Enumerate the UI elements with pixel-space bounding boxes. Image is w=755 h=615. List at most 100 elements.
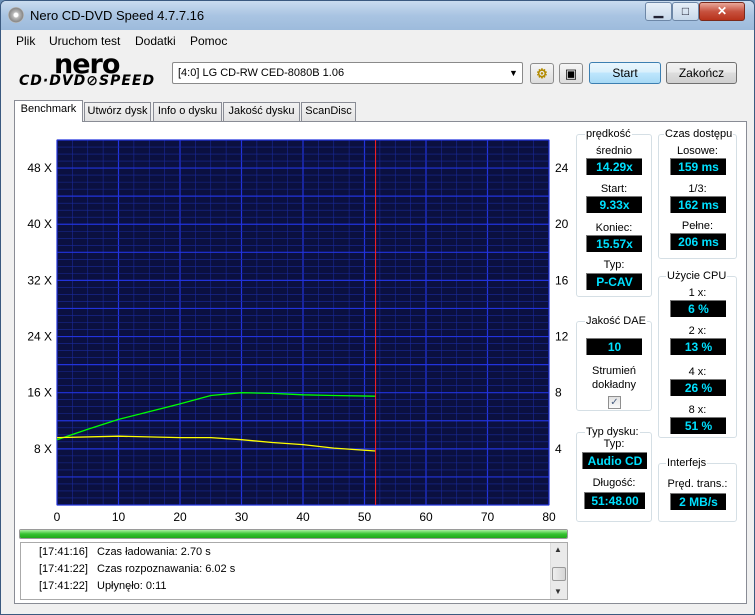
log-text: Upłynęło: 0:11 [97, 580, 167, 592]
cpu-usage-group: Użycie CPU 1 x: 6 % 2 x: 13 % 4 x: 26 % … [658, 270, 737, 438]
close-button[interactable]: ✕ [699, 2, 745, 21]
eject-icon: ⚙ [536, 66, 548, 81]
window-title: Nero CD-DVD Speed 4.7.7.16 [30, 8, 205, 23]
disc-type-value: Audio CD [582, 452, 647, 469]
cpu-2x-label: 2 x: [688, 325, 707, 337]
drive-select-value: [4:0] LG CD-RW CED-8080B 1.06 [178, 67, 345, 79]
y-right-tick-label: 4 [555, 442, 562, 456]
drive-select[interactable]: [4:0] LG CD-RW CED-8080B 1.06 ▼ [172, 62, 523, 84]
logo-cd-dvd-speed: CD·DVD⊘SPEED [19, 73, 156, 89]
cpu-8x-value: 51 % [670, 417, 726, 434]
cpu-1x-value: 6 % [670, 300, 726, 317]
x-tick-label: 10 [112, 510, 126, 524]
avg-speed-label: średnio [595, 145, 633, 157]
x-tick-label: 20 [173, 510, 187, 524]
log-entry: [17:41:16] Czas ładowania: 2.70 s [39, 546, 211, 558]
disc-length-value: 51:48.00 [584, 492, 645, 509]
nero-logo: nero CD·DVD⊘SPEED [19, 49, 169, 95]
save-button[interactable]: ▣ [559, 63, 583, 84]
maximize-button[interactable]: □ [672, 2, 699, 21]
tab-jakosc-dysku[interactable]: Jakość dysku [223, 102, 300, 121]
title-bar: Nero CD-DVD Speed 4.7.7.16 ▁ □ ✕ [1, 1, 754, 30]
x-tick-label: 70 [481, 510, 495, 524]
disc-length-label: Długość: [592, 477, 636, 489]
log-text: Czas ładowania: 2.70 s [97, 546, 211, 558]
menu-dodatki[interactable]: Dodatki [135, 34, 176, 48]
speed-type-label: Typ: [603, 259, 625, 271]
chevron-down-icon: ▼ [509, 68, 518, 78]
y-right-tick-label: 12 [555, 330, 569, 344]
log-entry: [17:41:22] Upłynęło: 0:11 [39, 580, 167, 592]
disc-type-label: Typ: [603, 438, 625, 450]
benchmark-chart: 0 10 20 30 40 50 60 70 80 8 X 16 X 24 X 32 X 40 X 48 X… [27, 139, 569, 524]
access-time-title: Czas dostępu [664, 128, 734, 140]
menu-plik[interactable]: Plik [16, 34, 35, 48]
start-speed-label: Start: [600, 183, 628, 195]
cpu-4x-value: 26 % [670, 379, 726, 396]
eject-button[interactable]: ⚙ [530, 63, 554, 84]
x-tick-label: 60 [419, 510, 433, 524]
interface-group: Interfejs Pręd. trans.: 2 MB/s [658, 457, 737, 522]
log-list[interactable]: [17:41:16] Czas ładowania: 2.70 s [17:41:… [20, 542, 568, 600]
cpu-4x-label: 4 x: [688, 366, 707, 378]
disc-type-group: Typ dysku: Typ: Audio CD Długość: 51:48.… [576, 426, 652, 522]
cpu-usage-title: Użycie CPU [666, 270, 728, 282]
tab-scandisc[interactable]: ScanDisc [301, 102, 356, 121]
stop-button[interactable]: Zakończ [666, 62, 737, 84]
third-access-value: 162 ms [670, 196, 726, 213]
full-access-value: 206 ms [670, 233, 726, 250]
interface-title: Interfejs [666, 457, 708, 469]
minimize-icon: ▁ [653, 4, 664, 18]
dae-quality-title: Jakość DAE [585, 315, 647, 327]
y-left-tick-label: 16 X [27, 386, 52, 400]
cpu-8x-label: 8 x: [688, 404, 707, 416]
tab-benchmark[interactable]: Benchmark [14, 100, 83, 122]
cpu-1x-label: 1 x: [688, 287, 707, 299]
log-time: [17:41:22] [39, 580, 88, 592]
scroll-down-icon[interactable]: ▼ [554, 587, 562, 596]
start-speed-value: 9.33x [586, 196, 642, 213]
accurate-stream-label: Strumień dokładny [591, 365, 637, 391]
y-left-tick-label: 8 X [34, 442, 52, 456]
burst-rate-label: Pręd. trans.: [667, 478, 728, 490]
dae-quality-group: Jakość DAE 10 Strumień dokładny ✓ [576, 315, 652, 411]
menu-pomoc[interactable]: Pomoc [190, 34, 227, 48]
x-tick-label: 30 [235, 510, 249, 524]
log-time: [17:41:22] [39, 563, 88, 575]
progress-bar-fill [20, 530, 567, 538]
scrollbar-thumb[interactable] [552, 567, 566, 581]
log-text: Czas rozpoznawania: 6.02 s [97, 563, 236, 575]
log-entry: [17:41:22] Czas rozpoznawania: 6.02 s [39, 563, 235, 575]
app-window: Nero CD-DVD Speed 4.7.7.16 ▁ □ ✕ Plik Ur… [0, 0, 755, 615]
access-time-group: Czas dostępu Losowe: 159 ms 1/3: 162 ms … [658, 128, 737, 259]
y-left-tick-label: 40 X [27, 217, 52, 231]
scroll-up-icon[interactable]: ▲ [554, 545, 562, 554]
y-left-tick-label: 32 X [27, 273, 52, 287]
minimize-button[interactable]: ▁ [645, 2, 672, 21]
log-scrollbar[interactable]: ▲ ▼ [550, 543, 567, 599]
burst-rate-value: 2 MB/s [670, 493, 726, 510]
x-tick-label: 40 [296, 510, 310, 524]
close-icon: ✕ [716, 4, 728, 18]
random-access-label: Losowe: [677, 145, 718, 157]
x-tick-label: 0 [54, 510, 61, 524]
x-tick-label: 80 [542, 510, 556, 524]
menu-uruchom-test[interactable]: Uruchom test [49, 34, 120, 48]
tab-utworz-dysk[interactable]: Utwórz dysk [84, 102, 151, 121]
y-right-tick-label: 24 [555, 161, 569, 175]
accurate-stream-checkbox[interactable]: ✓ [608, 396, 621, 409]
save-icon: ▣ [564, 66, 578, 81]
disc-app-icon [8, 7, 24, 23]
y-right-tick-label: 8 [555, 386, 562, 400]
full-access-label: Pełne: [681, 220, 714, 232]
y-right-tick-label: 16 [555, 273, 569, 287]
cpu-2x-value: 13 % [670, 338, 726, 355]
maximize-icon: □ [681, 4, 690, 18]
tab-info-o-dysku[interactable]: Info o dysku [153, 102, 222, 121]
dae-quality-value: 10 [586, 338, 642, 355]
end-speed-value: 15.57x [586, 235, 642, 252]
y-left-tick-label: 24 X [27, 330, 52, 344]
menu-bar: Plik Uruchom test Dodatki Pomoc [1, 31, 754, 51]
start-button[interactable]: Start [589, 62, 661, 84]
third-access-label: 1/3: [688, 183, 707, 195]
